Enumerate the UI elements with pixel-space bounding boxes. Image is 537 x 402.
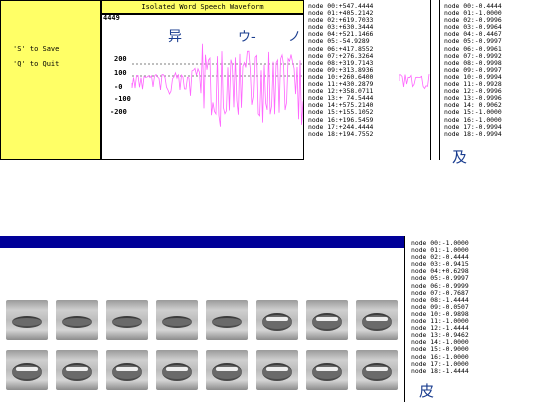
image-strip-header	[0, 236, 404, 248]
lip-image	[6, 350, 48, 390]
lip-image	[56, 350, 98, 390]
lip-image	[256, 350, 298, 390]
lip-image	[256, 300, 298, 340]
lip-image	[206, 300, 248, 340]
node-output-panel-1: node 00:+547.4444 node 01:+405.2142 node 0…	[304, 0, 431, 160]
node-output-panel-3: node 00:-1.0000 node 01:-1.0000 node 02:-0…	[404, 236, 537, 402]
node-list-3-row: node 18:-1.4444	[411, 366, 469, 375]
node-output-panel-2: node 00:-0.4444 node 01:-1.0000 node 02:-0…	[439, 0, 537, 166]
lip-image	[156, 300, 198, 340]
lip-image-grid	[0, 248, 404, 402]
lip-image	[56, 300, 98, 340]
waveform-plot	[131, 43, 303, 127]
quit-hint[interactable]: 'Q' to Quit	[13, 60, 59, 68]
lip-image	[356, 300, 398, 340]
control-panel: 'S' to Save 'Q' to Quit	[0, 0, 101, 160]
node-list-1-row: node 18:+194.7552	[308, 129, 374, 138]
node-list-1: node 00:+547.4444 node 01:+405.2142 node 0…	[308, 2, 374, 138]
save-hint[interactable]: 'S' to Save	[13, 45, 59, 53]
node-list-3: node 00:-1.0000 node 01:-1.0000 node 02:-0…	[411, 239, 469, 375]
lip-image	[106, 350, 148, 390]
node-list-2-row: node 18:-0.9994	[444, 129, 502, 138]
waveform-panel: 4449 200 100 -0 -100 -200 异 ウ- ノ	[101, 14, 304, 160]
recognized-char-bottom: 皮	[419, 382, 435, 400]
recognized-char-top: 及	[452, 148, 468, 166]
waveform-trace	[131, 43, 303, 127]
lip-image	[106, 300, 148, 340]
lip-image	[306, 300, 348, 340]
lip-image	[206, 350, 248, 390]
lip-image	[306, 350, 348, 390]
window-title: Isolated Word Speech Waveform	[101, 0, 304, 14]
lip-image	[156, 350, 198, 390]
lip-image	[356, 350, 398, 390]
node-list-2: node 00:-0.4444 node 01:-1.0000 node 02:-0…	[444, 2, 502, 138]
lip-image	[6, 300, 48, 340]
